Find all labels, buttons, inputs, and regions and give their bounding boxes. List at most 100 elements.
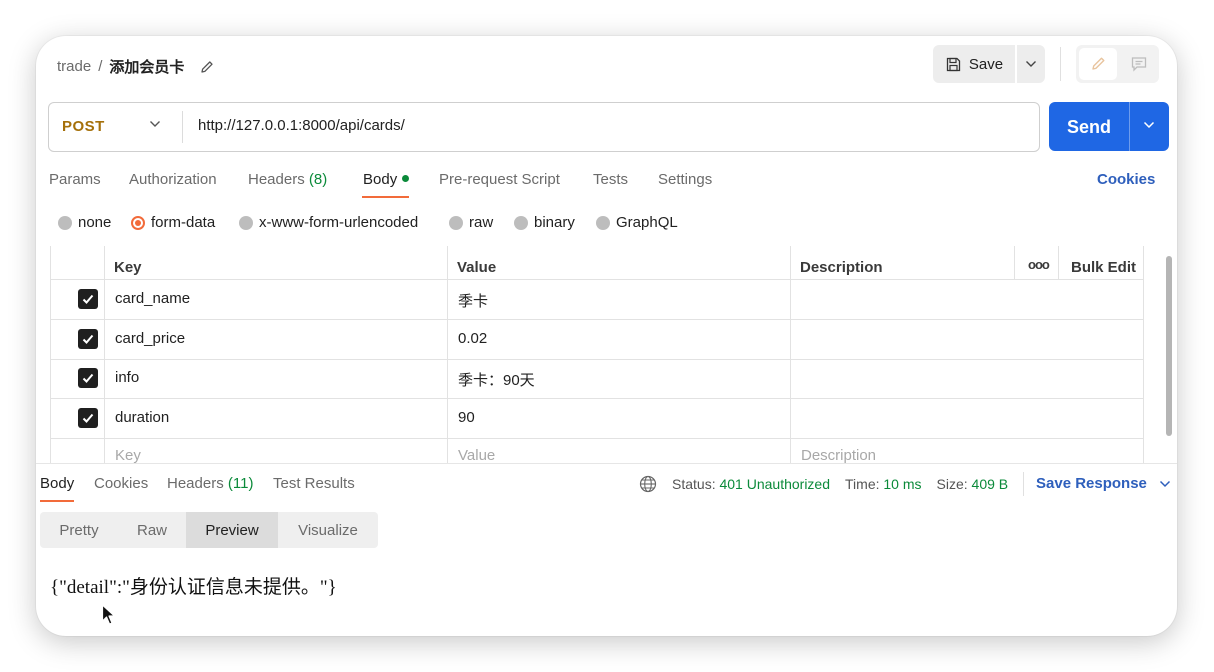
- url-input[interactable]: http://127.0.0.1:8000/api/cards/: [198, 117, 405, 134]
- tab-count: (11): [227, 475, 254, 492]
- col-divider: [104, 246, 105, 463]
- send-button[interactable]: Send: [1049, 102, 1169, 151]
- active-tab-indicator: [362, 196, 409, 198]
- radio-label: form-data: [151, 214, 216, 231]
- radio-circle-icon: [58, 215, 72, 230]
- active-tab-indicator: [40, 500, 74, 502]
- save-button[interactable]: Save: [933, 45, 1015, 83]
- time-label: Time:: [845, 476, 880, 492]
- status-label: Status:: [672, 476, 716, 492]
- response-tab-body[interactable]: Body: [40, 475, 74, 492]
- size-value[interactable]: 409 B: [972, 476, 1009, 492]
- response-tab-cookies[interactable]: Cookies: [94, 475, 148, 492]
- cookies-link[interactable]: Cookies: [1097, 171, 1155, 188]
- save-response-button[interactable]: Save Response: [1036, 475, 1171, 492]
- edit-view-button[interactable]: [1079, 48, 1117, 80]
- tab-label: Body: [40, 475, 75, 492]
- chevron-down-icon[interactable]: [149, 120, 161, 128]
- row-value-cell[interactable]: 季卡：90天: [458, 369, 535, 390]
- radio-circle-icon: [449, 215, 463, 230]
- col-divider: [447, 246, 448, 463]
- request-title[interactable]: 添加会员卡: [109, 56, 184, 77]
- method-select[interactable]: POST: [62, 118, 105, 135]
- globe-icon[interactable]: [639, 475, 657, 493]
- col-divider: [1143, 246, 1144, 463]
- row-checkbox[interactable]: [78, 289, 98, 309]
- status-value[interactable]: 401 Unauthorized: [719, 476, 830, 492]
- tab-label: Params: [49, 171, 101, 188]
- tab-pre-request-script[interactable]: Pre-request Script: [439, 171, 560, 188]
- row-value-cell[interactable]: 季卡: [458, 290, 488, 311]
- breadcrumb-separator: /: [98, 58, 103, 75]
- row-checkbox[interactable]: [78, 329, 98, 349]
- row-checkbox[interactable]: [78, 408, 98, 428]
- tab-label: Cookies: [94, 475, 149, 492]
- view-raw[interactable]: Raw: [118, 512, 186, 548]
- edit-pencil-icon[interactable]: [199, 59, 215, 75]
- row-key-cell[interactable]: card_price: [115, 330, 185, 347]
- comments-button[interactable]: [1123, 48, 1155, 80]
- tab-tests[interactable]: Tests: [593, 171, 628, 188]
- radio-label: none: [78, 214, 112, 231]
- view-visualize[interactable]: Visualize: [278, 512, 378, 548]
- chevron-down-icon[interactable]: [1143, 121, 1155, 129]
- time-value[interactable]: 10 ms: [883, 476, 921, 492]
- save-response-label: Save Response: [1036, 475, 1147, 492]
- radio-label: x-www-form-urlencoded: [259, 214, 419, 231]
- new-key-input[interactable]: Key: [115, 447, 141, 463]
- row-checkbox[interactable]: [78, 368, 98, 388]
- view-pretty[interactable]: Pretty: [40, 512, 118, 548]
- size-label: Size:: [936, 476, 968, 492]
- more-options-icon[interactable]: ooo: [1028, 257, 1050, 272]
- radio-none[interactable]: none: [58, 214, 111, 231]
- save-dropdown-button[interactable]: [1017, 45, 1045, 83]
- response-preview-text: {"detail":"身份认证信息未提供。"}: [50, 577, 337, 598]
- view-toggle-group: [1076, 45, 1159, 83]
- table-scrollbar[interactable]: [1166, 256, 1172, 436]
- tab-headers[interactable]: Headers (8): [248, 171, 327, 188]
- response-view-switcher: Pretty Raw Preview Visualize: [40, 512, 378, 548]
- response-meta-divider: [1023, 472, 1024, 496]
- row-divider: [50, 398, 1144, 399]
- chevron-down-icon: [1160, 480, 1171, 488]
- tab-body[interactable]: Body: [363, 171, 410, 188]
- radio-circle-icon: [596, 215, 610, 230]
- radio-graphql[interactable]: GraphQL: [596, 214, 678, 231]
- new-value-input[interactable]: Value: [458, 447, 495, 463]
- comment-icon: [1131, 57, 1147, 72]
- request-url-bar: POST http://127.0.0.1:8000/api/cards/: [48, 102, 1040, 152]
- radio-circle-icon: [514, 215, 528, 230]
- column-header-description: Description: [800, 259, 883, 276]
- response-tab-test-results[interactable]: Test Results: [273, 475, 355, 492]
- row-value-cell[interactable]: 0.02: [458, 330, 487, 347]
- radio-circle-icon: [239, 215, 253, 230]
- row-key-cell[interactable]: duration: [115, 409, 169, 426]
- check-icon: [82, 294, 94, 304]
- send-divider: [1129, 102, 1130, 151]
- active-dot-icon: [402, 175, 410, 182]
- tab-settings[interactable]: Settings: [658, 171, 712, 188]
- tab-label: Body: [363, 171, 398, 188]
- row-key-cell[interactable]: info: [115, 369, 139, 386]
- radio-x-www-form-urlencoded[interactable]: x-www-form-urlencoded: [239, 214, 418, 231]
- response-meta: Status: 401 Unauthorized Time: 10 ms Siz…: [639, 475, 1008, 493]
- radio-form-data[interactable]: form-data: [131, 214, 215, 231]
- breadcrumb-parent[interactable]: trade: [57, 58, 91, 75]
- radio-binary[interactable]: binary: [514, 214, 575, 231]
- chevron-down-icon: [1026, 61, 1036, 67]
- send-label: Send: [1066, 117, 1111, 137]
- bulk-edit-button[interactable]: Bulk Edit: [1071, 259, 1136, 276]
- col-divider: [1014, 246, 1015, 279]
- new-description-input[interactable]: Description: [801, 447, 876, 463]
- row-divider: [50, 438, 1144, 439]
- view-preview[interactable]: Preview: [186, 512, 278, 548]
- radio-raw[interactable]: raw: [449, 214, 493, 231]
- tab-label: Headers: [248, 171, 305, 188]
- row-key-cell[interactable]: card_name: [115, 290, 190, 307]
- tab-count: (8): [308, 171, 328, 188]
- tab-authorization[interactable]: Authorization: [129, 171, 217, 188]
- tab-params[interactable]: Params: [49, 171, 101, 188]
- response-tab-headers[interactable]: Headers (11): [167, 475, 253, 492]
- row-value-cell[interactable]: 90: [458, 409, 475, 426]
- form-data-table: Key Value Description ooo Bulk Edit card…: [50, 246, 1144, 463]
